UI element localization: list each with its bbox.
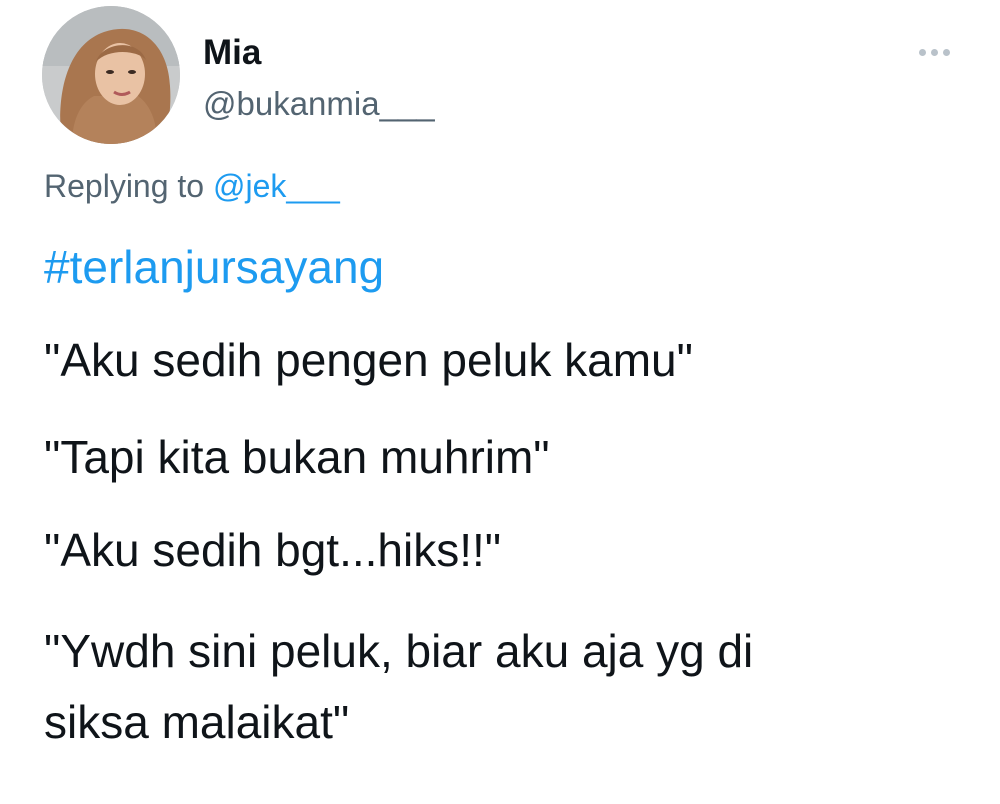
tweet-text-line: siksa malaikat"	[44, 696, 350, 748]
hashtag-link[interactable]: #terlanjursayang	[44, 237, 384, 297]
more-options-button[interactable]	[908, 34, 960, 70]
replying-to-label: Replying to	[44, 168, 205, 204]
tweet-text-line: "Ywdh sini peluk, biar aku aja yg di	[44, 625, 754, 677]
user-handle[interactable]: @bukanmia___	[203, 82, 435, 126]
more-horizontal-icon	[918, 48, 926, 56]
avatar[interactable]	[42, 6, 180, 144]
more-horizontal-icon	[930, 48, 938, 56]
profile-photo	[42, 6, 180, 144]
tweet-text-line: "Aku sedih bgt...hiks!!"	[44, 524, 502, 576]
replying-to: Replying to @jek___	[44, 164, 340, 208]
more-horizontal-icon	[942, 48, 950, 56]
tweet-text-line: "Tapi kita bukan muhrim"	[44, 431, 550, 483]
tweet-text-line: "Aku sedih pengen peluk kamu"	[44, 334, 693, 386]
display-name[interactable]: Mia	[203, 31, 261, 75]
replying-to-mention-link[interactable]: @jek___	[213, 168, 340, 204]
tweet: Mia @bukanmia___ Replying to @jek___ #te…	[0, 0, 1000, 804]
